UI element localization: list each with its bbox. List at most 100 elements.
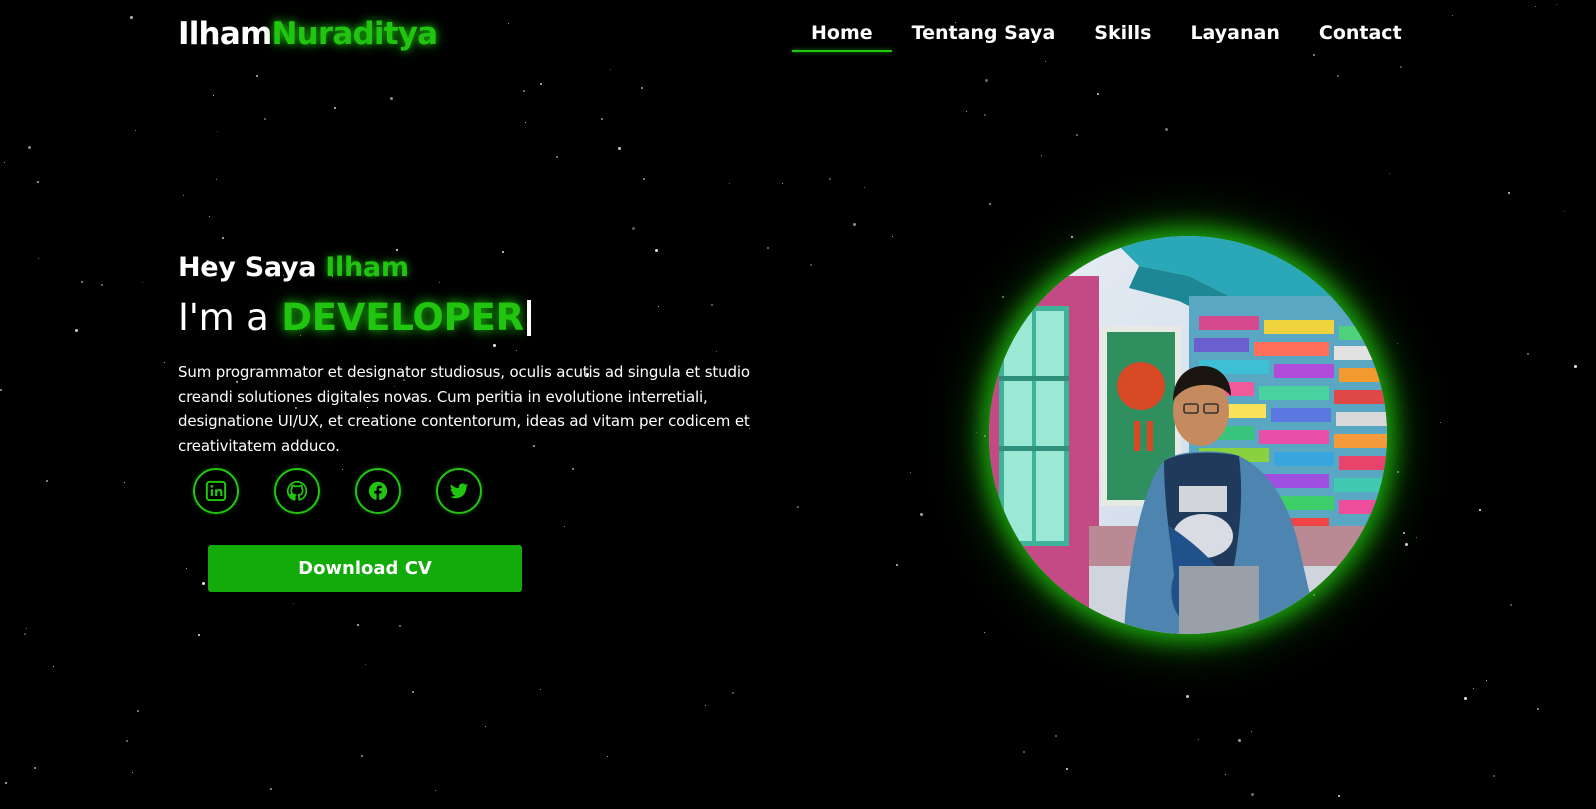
nav-contact[interactable]: Contact — [1319, 22, 1402, 44]
github-link[interactable] — [274, 468, 320, 514]
star-dot — [202, 582, 205, 585]
star-dot — [1508, 192, 1510, 194]
star-dot — [1479, 509, 1481, 511]
site-logo[interactable]: IlhamNuraditya — [178, 16, 438, 52]
star-dot — [632, 227, 635, 230]
star-dot — [342, 469, 343, 470]
star-dot — [853, 223, 856, 226]
star-dot — [186, 568, 187, 569]
star-dot — [810, 264, 812, 266]
star-dot — [37, 181, 39, 183]
star-dot — [46, 480, 48, 482]
star-dot — [1389, 173, 1390, 174]
facebook-link[interactable] — [355, 468, 401, 514]
star-dot — [540, 83, 542, 85]
star-dot — [439, 282, 440, 283]
greeting-prefix: Hey Saya — [178, 252, 317, 283]
star-dot — [711, 304, 713, 306]
star-dot — [1464, 697, 1467, 700]
star-dot — [829, 178, 831, 180]
star-dot — [256, 75, 258, 77]
star-dot — [1338, 795, 1340, 797]
star-dot — [525, 122, 526, 123]
star-dot — [782, 183, 783, 184]
linkedin-icon — [205, 480, 227, 502]
star-dot — [896, 564, 898, 566]
star-dot — [1045, 61, 1046, 62]
page: IlhamNuraditya Home Tentang Saya Skills … — [0, 0, 1596, 809]
star-dot — [523, 90, 525, 92]
star-dot — [217, 131, 218, 132]
star-dot — [1400, 66, 1402, 68]
star-dot — [1002, 296, 1004, 298]
star-dot — [1537, 708, 1539, 710]
star-dot — [357, 624, 359, 626]
linkedin-link[interactable] — [193, 468, 239, 514]
greeting-name: Ilham — [325, 252, 409, 283]
star-dot — [365, 664, 366, 665]
star-dot — [209, 216, 210, 217]
logo-last-name: Nuraditya — [271, 16, 438, 52]
star-dot — [75, 329, 78, 332]
star-dot — [135, 130, 136, 131]
star-dot — [28, 146, 31, 149]
star-dot — [516, 350, 517, 351]
star-dot — [1076, 134, 1078, 136]
star-dot — [216, 179, 217, 180]
typing-cursor — [526, 300, 531, 336]
star-dot — [198, 634, 200, 636]
star-dot — [1486, 680, 1487, 681]
star-dot — [1440, 422, 1441, 423]
facebook-icon — [368, 481, 388, 501]
hero-description: Sum programmator et designator studiosus… — [178, 363, 750, 455]
star-dot — [1071, 236, 1073, 238]
star-dot — [38, 258, 39, 259]
star-dot — [485, 726, 486, 727]
star-dot — [1574, 365, 1577, 368]
star-dot — [892, 236, 893, 237]
star-dot — [412, 691, 414, 693]
star-dot — [716, 351, 717, 352]
star-dot — [705, 705, 706, 706]
star-dot — [4, 162, 5, 163]
star-dot — [984, 632, 985, 633]
download-cv-button[interactable]: Download CV — [208, 545, 522, 592]
star-dot — [1165, 128, 1168, 131]
star-dot — [1066, 768, 1068, 770]
star-dot — [797, 506, 799, 508]
star-dot — [137, 710, 139, 712]
star-dot — [124, 482, 125, 483]
star-dot — [361, 755, 363, 757]
star-dot — [920, 513, 923, 516]
star-dot — [732, 692, 734, 694]
nav-layanan[interactable]: Layanan — [1190, 22, 1279, 44]
star-dot — [1397, 471, 1399, 473]
nav-skills[interactable]: Skills — [1094, 22, 1151, 44]
star-dot — [985, 79, 988, 82]
twitter-link[interactable] — [436, 468, 482, 514]
star-dot — [132, 772, 133, 773]
star-dot — [81, 281, 83, 283]
star-dot — [1452, 15, 1453, 16]
star-dot — [5, 782, 7, 784]
star-dot — [435, 790, 436, 791]
star-dot — [502, 251, 504, 253]
star-dot — [1405, 543, 1408, 546]
star-dot — [966, 111, 967, 112]
nav-tentang-saya[interactable]: Tentang Saya — [912, 22, 1056, 44]
star-dot — [564, 526, 565, 527]
star-dot — [1055, 735, 1057, 737]
star-dot — [222, 237, 224, 239]
star-dot — [396, 249, 398, 251]
star-dot — [1416, 537, 1417, 538]
star-dot — [183, 195, 184, 196]
star-dot — [101, 284, 103, 286]
logo-first-name: Ilham — [178, 16, 272, 52]
star-dot — [1527, 353, 1529, 355]
star-dot — [270, 788, 272, 790]
profile-photo — [989, 236, 1387, 634]
star-dot — [1238, 739, 1241, 742]
nav-home[interactable]: Home — [792, 22, 892, 52]
star-dot — [390, 97, 393, 100]
star-dot — [126, 740, 128, 742]
